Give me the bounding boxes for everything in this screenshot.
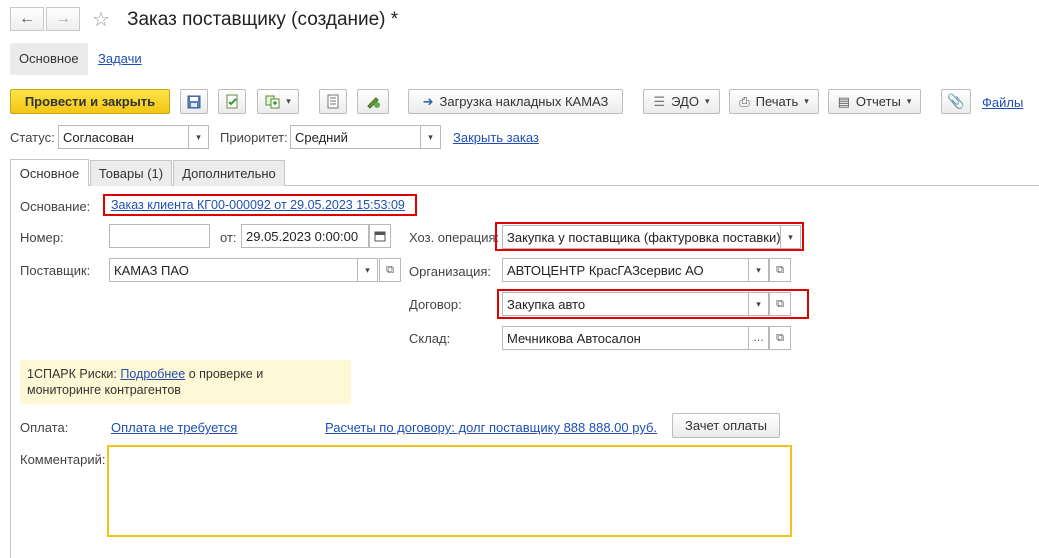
load-kamaz-label: Загрузка накладных КАМАЗ <box>439 94 609 109</box>
document-journal-button[interactable] <box>319 89 347 114</box>
chevron-down-icon: ▾ <box>286 96 291 106</box>
refresh-arrow-icon: ➜ <box>422 93 434 109</box>
spark-suffix-1: о проверке и <box>188 367 264 381</box>
contract-open-button[interactable]: ⧉ <box>769 292 791 316</box>
basis-link[interactable]: Заказ клиента КГ00-000092 от 29.05.2023 … <box>111 198 405 212</box>
warehouse-input[interactable]: Мечникова Автосалон <box>502 326 749 350</box>
pencil-icon <box>367 97 380 109</box>
chevron-down-icon: ▾ <box>906 96 912 106</box>
attach-button[interactable]: 📎 <box>941 89 971 114</box>
chevron-down-icon: ▾ <box>756 298 761 309</box>
contract-input[interactable]: Закупка авто <box>502 292 749 316</box>
tab-tasks[interactable]: Задачи <box>89 43 151 75</box>
spark-risks-panel: 1СПАРК Риски: Подробнее о проверке и мон… <box>20 360 351 404</box>
spark-prefix: 1СПАРК Риски: <box>27 367 117 381</box>
supplier-input[interactable]: КАМАЗ ПАО <box>109 258 358 282</box>
spark-details-link[interactable]: Подробнее <box>120 367 185 381</box>
print-button[interactable]: ⎙ Печать ▾ <box>729 89 819 114</box>
calendar-icon <box>374 231 386 242</box>
ellipsis-icon: … <box>753 332 764 344</box>
status-dropdown-button[interactable]: ▾ <box>189 125 209 149</box>
spark-suffix-2: мониторинге контрагентов <box>27 383 181 397</box>
reports-button[interactable]: ▤ Отчеты ▾ <box>828 89 921 114</box>
printer-icon: ⎙ <box>739 93 750 109</box>
settlements-link[interactable]: Расчеты по договору: долг поставщику 888… <box>325 420 657 435</box>
open-form-icon: ⧉ <box>386 263 394 276</box>
comment-textarea[interactable] <box>107 445 792 537</box>
status-label: Статус: <box>10 130 55 145</box>
create-based-icon <box>265 95 280 109</box>
payment-offset-button[interactable]: Зачет оплаты <box>672 413 780 438</box>
contract-label: Договор: <box>409 297 462 312</box>
warehouse-label: Склад: <box>409 331 451 346</box>
supplier-label: Поставщик: <box>20 263 91 278</box>
load-kamaz-invoices-button[interactable]: ➜ Загрузка накладных КАМАЗ <box>408 89 623 114</box>
report-icon: ▤ <box>837 93 850 109</box>
arrow-left-icon: ← <box>19 10 35 27</box>
form-tab-additional[interactable]: Дополнительно <box>173 160 285 186</box>
chevron-down-icon: ▾ <box>804 96 809 106</box>
date-from-label: от: <box>220 230 237 245</box>
organization-open-button[interactable]: ⧉ <box>769 258 791 282</box>
arrow-right-icon: → <box>55 10 71 27</box>
post-and-close-button[interactable]: Провести и закрыть <box>10 89 170 114</box>
chevron-down-icon: ▾ <box>756 264 761 275</box>
priority-dropdown-button[interactable]: ▾ <box>421 125 441 149</box>
organization-label: Организация: <box>409 264 492 279</box>
edo-button[interactable]: ☰ ЭДО ▾ <box>643 89 720 114</box>
favorite-star-icon[interactable]: ☆ <box>92 7 110 32</box>
save-button[interactable] <box>180 89 208 114</box>
reports-label: Отчеты <box>855 94 901 109</box>
date-input[interactable]: 29.05.2023 0:00:00 <box>241 224 369 248</box>
edo-icon: ☰ <box>653 93 666 109</box>
number-label: Номер: <box>20 230 64 245</box>
close-order-link[interactable]: Закрыть заказ <box>453 130 539 145</box>
chevron-down-icon: ▾ <box>428 131 433 142</box>
create-based-on-button[interactable]: ▾ <box>257 89 299 114</box>
list-icon <box>327 94 339 109</box>
open-form-icon: ⧉ <box>776 297 784 310</box>
edit-button[interactable] <box>357 89 389 114</box>
operation-dropdown-button[interactable]: ▾ <box>781 225 801 249</box>
basis-label: Основание: <box>20 199 91 214</box>
post-document-icon <box>226 94 237 109</box>
forward-button[interactable]: → <box>46 7 80 31</box>
status-select[interactable]: Согласован <box>58 125 189 149</box>
priority-label: Приоритет: <box>220 130 288 145</box>
files-link[interactable]: Файлы <box>982 95 1023 110</box>
comment-label: Комментарий: <box>20 452 106 467</box>
priority-select[interactable]: Средний <box>290 125 421 149</box>
operation-select[interactable]: Закупка у поставщика (фактуровка поставк… <box>502 225 781 249</box>
paperclip-icon: 📎 <box>947 93 965 109</box>
payment-label: Оплата: <box>20 420 69 435</box>
contract-dropdown-button[interactable]: ▾ <box>749 292 769 316</box>
edo-label: ЭДО <box>671 94 699 109</box>
print-label: Печать <box>755 94 799 109</box>
chevron-down-icon: ▾ <box>704 96 710 106</box>
operation-label: Хоз. операция: <box>409 230 500 245</box>
payment-link[interactable]: Оплата не требуется <box>111 420 237 435</box>
number-input[interactable] <box>109 224 210 248</box>
open-form-icon: ⧉ <box>776 263 784 276</box>
open-form-icon: ⧉ <box>776 331 784 344</box>
warehouse-open-button[interactable]: ⧉ <box>769 326 791 350</box>
tab-main[interactable]: Основное <box>10 43 88 75</box>
chevron-down-icon: ▾ <box>365 264 370 275</box>
form-tab-main[interactable]: Основное <box>10 159 89 186</box>
chevron-down-icon: ▾ <box>196 131 201 142</box>
save-icon <box>187 95 201 108</box>
post-button[interactable] <box>218 89 246 114</box>
supplier-open-button[interactable]: ⧉ <box>379 258 401 282</box>
organization-dropdown-button[interactable]: ▾ <box>749 258 769 282</box>
calendar-button[interactable] <box>369 224 391 248</box>
warehouse-select-button[interactable]: … <box>749 326 769 350</box>
window-title: Заказ поставщику (создание) * <box>127 9 399 30</box>
supplier-dropdown-button[interactable]: ▾ <box>358 258 378 282</box>
chevron-down-icon: ▾ <box>788 231 793 242</box>
back-button[interactable]: ← <box>10 7 44 31</box>
form-tab-goods[interactable]: Товары (1) <box>90 160 172 186</box>
organization-input[interactable]: АВТОЦЕНТР КрасГАЗсервис АО <box>502 258 749 282</box>
